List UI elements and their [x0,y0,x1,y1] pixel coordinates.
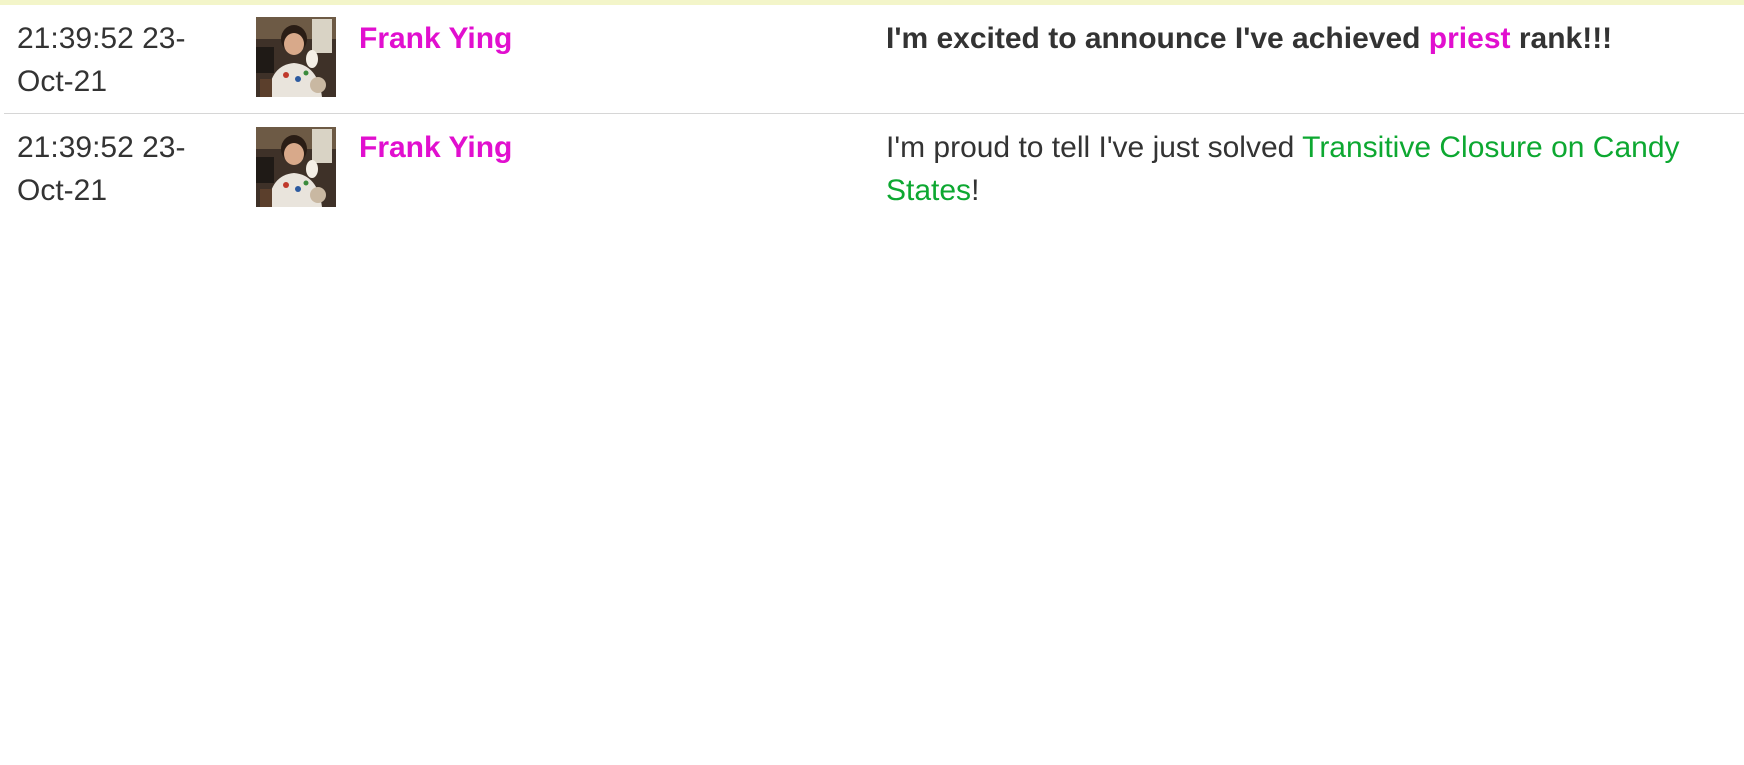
avatar-photo [256,17,336,97]
user-avatar[interactable] [256,17,336,97]
timestamp: 21:39:52 23-Oct-21 [17,131,186,207]
message-suffix: ! [971,174,980,207]
message-suffix: rank!!! [1510,22,1613,55]
timestamp: 21:39:52 23-Oct-21 [17,22,186,98]
username-link[interactable]: Frank Ying [359,126,512,169]
activity-feed: 21:39:52 23-Oct-21 Frank Ying I'm excite… [4,5,1744,224]
feed-row: 21:39:52 23-Oct-21 Frank Ying I'm proud … [4,114,1744,224]
user-avatar[interactable] [256,127,336,207]
feed-row: 21:39:52 23-Oct-21 Frank Ying I'm excite… [4,5,1744,114]
message-text: I'm proud to tell I've just solved [886,131,1303,164]
username-link[interactable]: Frank Ying [359,17,512,60]
avatar-photo [256,127,336,207]
message-text: I'm excited to announce I've achieved [886,22,1429,55]
activity-message: I'm excited to announce I've achieved pr… [886,17,1736,60]
rank-link[interactable]: priest [1429,22,1511,55]
activity-message: I'm proud to tell I've just solved Trans… [886,126,1736,212]
